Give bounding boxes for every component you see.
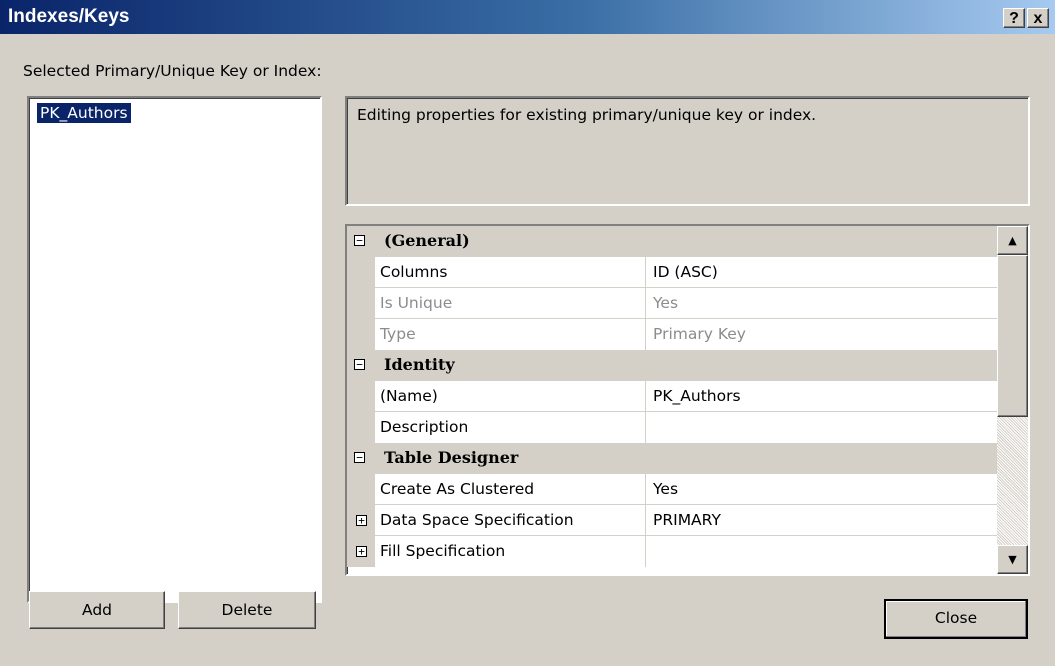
category-table-designer[interactable]: − Table Designer <box>347 443 997 474</box>
category-general[interactable]: − (General) <box>347 226 997 257</box>
property-row-columns[interactable]: Columns ID (ASC) <box>347 257 997 288</box>
key-list-item[interactable]: PK_Authors <box>37 103 131 123</box>
property-value[interactable]: PK_Authors <box>653 387 741 405</box>
help-button[interactable]: ? <box>1003 8 1025 28</box>
vertical-scrollbar[interactable]: ▲ ▼ <box>997 226 1028 574</box>
expand-icon[interactable]: + <box>356 515 367 526</box>
property-row-data-space[interactable]: + Data Space Specification PRIMARY <box>347 505 997 536</box>
property-name: Columns <box>380 263 448 281</box>
category-label: Table Designer <box>384 448 519 467</box>
category-label: Identity <box>384 355 455 374</box>
delete-button[interactable]: Delete <box>178 591 316 629</box>
key-list[interactable]: PK_Authors <box>27 96 322 603</box>
property-value: Yes <box>653 294 679 312</box>
close-window-button[interactable]: x <box>1027 8 1049 28</box>
close-button[interactable]: Close <box>884 599 1028 639</box>
description-box: Editing properties for existing primary/… <box>345 96 1030 206</box>
property-name: (Name) <box>380 387 438 405</box>
property-name: Create As Clustered <box>380 480 535 498</box>
property-name: Data Space Specification <box>380 511 574 529</box>
property-row-description[interactable]: Description <box>347 412 997 443</box>
category-label: (General) <box>384 231 470 250</box>
property-value[interactable]: PRIMARY <box>653 511 721 529</box>
collapse-icon[interactable]: − <box>354 359 365 370</box>
property-row-is-unique[interactable]: Is Unique Yes <box>347 288 997 319</box>
property-name: Fill Specification <box>380 542 506 560</box>
scroll-up-icon[interactable]: ▲ <box>997 226 1028 255</box>
property-value[interactable]: Yes <box>653 480 678 498</box>
property-name: Description <box>380 418 469 436</box>
property-grid[interactable]: − (General) Columns ID (ASC) Is Unique Y… <box>345 224 1030 576</box>
scroll-thumb[interactable] <box>997 255 1028 417</box>
property-name: Type <box>380 325 416 343</box>
selected-key-label: Selected Primary/Unique Key or Index: <box>23 62 322 80</box>
description-text: Editing properties for existing primary/… <box>357 106 817 124</box>
property-name: Is Unique <box>380 294 453 312</box>
collapse-icon[interactable]: − <box>354 452 365 463</box>
property-row-create-as-clustered[interactable]: Create As Clustered Yes <box>347 474 997 505</box>
collapse-icon[interactable]: − <box>354 235 365 246</box>
property-row-name[interactable]: (Name) PK_Authors <box>347 381 997 412</box>
property-value[interactable]: ID (ASC) <box>653 263 718 281</box>
title-bar: Indexes/Keys ? x <box>0 0 1055 34</box>
category-identity[interactable]: − Identity <box>347 350 997 381</box>
property-value: Primary Key <box>653 325 746 343</box>
expand-icon[interactable]: + <box>356 546 367 557</box>
window-title: Indexes/Keys <box>8 6 130 27</box>
add-button[interactable]: Add <box>29 591 165 629</box>
scroll-down-icon[interactable]: ▼ <box>997 545 1028 574</box>
property-row-fill-specification[interactable]: + Fill Specification <box>347 536 997 567</box>
property-row-type[interactable]: Type Primary Key <box>347 319 997 350</box>
